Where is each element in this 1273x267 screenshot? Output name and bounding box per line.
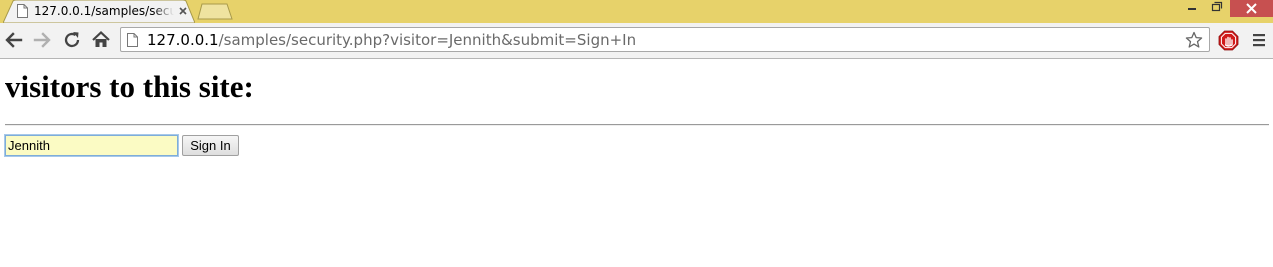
url-host: 127.0.0.1 — [147, 31, 219, 49]
browser-window: 127.0.0.1/samples/security.php?visitor=J… — [0, 0, 1273, 267]
page-icon — [127, 33, 138, 47]
minimize-button[interactable] — [1180, 0, 1204, 15]
sign-in-button[interactable]: Sign In — [182, 135, 239, 156]
menu-icon[interactable] — [1251, 32, 1267, 48]
reload-icon[interactable] — [61, 29, 83, 51]
star-icon[interactable] — [1185, 31, 1203, 49]
new-tab-button[interactable] — [197, 3, 233, 20]
maximize-button[interactable] — [1206, 0, 1228, 15]
close-tab-icon[interactable] — [177, 5, 189, 17]
back-arrow-icon[interactable] — [3, 29, 25, 51]
forward-arrow-icon[interactable] — [31, 29, 53, 51]
url-path: /samples/security.php?visitor=Jennith&su… — [218, 31, 637, 49]
horizontal-rule — [5, 124, 1269, 126]
close-window-button[interactable] — [1230, 0, 1273, 17]
tab-title: 127.0.0.1/samples/security.php?visitor=J… — [34, 4, 174, 18]
page-content: visitors to this site: Sign In — [0, 59, 1273, 267]
tab-strip: 127.0.0.1/samples/security.php?visitor=J… — [0, 0, 1273, 23]
page-icon — [17, 4, 28, 18]
page-heading: visitors to this site: — [5, 69, 254, 104]
address-bar[interactable]: 127.0.0.1/samples/security.php?visitor=J… — [120, 27, 1210, 52]
visitor-input[interactable] — [5, 135, 178, 156]
browser-toolbar: 127.0.0.1/samples/security.php?visitor=J… — [0, 23, 1273, 59]
browser-tab[interactable]: 127.0.0.1/samples/security.php?visitor=J… — [3, 0, 195, 23]
address-url[interactable]: 127.0.0.1/samples/security.php?visitor=J… — [147, 31, 636, 49]
adblock-extension-icon[interactable] — [1218, 30, 1239, 51]
home-icon[interactable] — [90, 29, 112, 51]
